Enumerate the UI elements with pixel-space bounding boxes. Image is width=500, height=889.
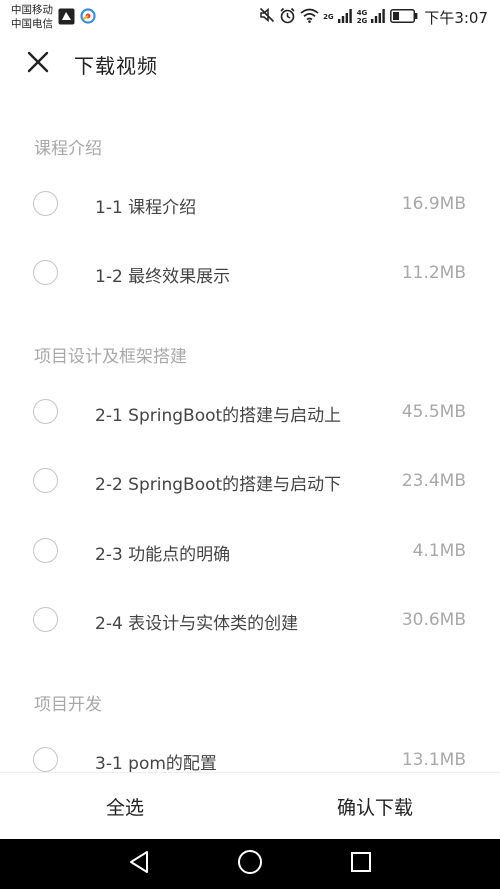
carrier-name-2: 中国电信 xyxy=(11,18,53,30)
section-title: 课程介绍 xyxy=(34,139,102,159)
system-nav-bar xyxy=(0,839,500,889)
item-size: 30.6MB xyxy=(401,610,466,630)
item-size: 11.2MB xyxy=(401,263,466,283)
home-circle-icon xyxy=(237,849,263,879)
list-item[interactable]: 2-4 表设计与实体类的创建 30.6MB xyxy=(0,586,500,655)
close-icon xyxy=(27,51,49,77)
item-size: 45.5MB xyxy=(401,402,466,422)
item-size: 13.1MB xyxy=(401,750,466,770)
list-item[interactable]: 2-2 SpringBoot的搭建与启动下 23.4MB xyxy=(0,447,500,516)
item-size: 16.9MB xyxy=(401,194,466,214)
network-type-2: 4G 2G xyxy=(357,9,368,25)
item-checkbox[interactable] xyxy=(33,538,58,563)
item-checkbox[interactable] xyxy=(33,260,58,285)
item-size: 23.4MB xyxy=(401,471,466,491)
item-label: 2-1 SpringBoot的搭建与启动上 xyxy=(95,406,342,426)
signal-2-icon xyxy=(371,8,386,27)
nav-recents-button[interactable] xyxy=(346,849,376,879)
item-checkbox[interactable] xyxy=(33,468,58,493)
status-time: 下午3:07 xyxy=(424,8,488,27)
item-label: 1-2 最终效果展示 xyxy=(95,267,231,287)
video-list[interactable]: 课程介绍 1-1 课程介绍 16.9MB 1-2 最终效果展示 11.2MB 项… xyxy=(0,96,500,772)
item-checkbox[interactable] xyxy=(33,607,58,632)
signal-1-icon xyxy=(337,8,353,27)
item-label: 1-1 课程介绍 xyxy=(95,198,197,218)
select-all-button[interactable]: 全选 xyxy=(0,773,250,839)
list-item[interactable]: 1-1 课程介绍 16.9MB xyxy=(0,170,500,239)
close-button[interactable] xyxy=(20,46,56,82)
list-item[interactable]: 2-1 SpringBoot的搭建与启动上 45.5MB xyxy=(0,378,500,447)
battery-icon xyxy=(390,8,418,27)
section-title: 项目设计及框架搭建 xyxy=(34,347,187,367)
network-type-1: 2G xyxy=(323,13,334,21)
back-triangle-icon xyxy=(128,850,150,878)
item-label: 3-1 pom的配置 xyxy=(95,754,217,772)
nav-back-button[interactable] xyxy=(124,849,154,879)
list-item[interactable]: 1-2 最终效果展示 11.2MB xyxy=(0,239,500,308)
network-type-2a: 4G xyxy=(356,9,368,17)
network-type-2b: 2G xyxy=(356,17,368,25)
carrier-info: 中国移动 中国电信 xyxy=(11,3,53,31)
item-size: 4.1MB xyxy=(412,541,466,561)
item-label: 2-3 功能点的明确 xyxy=(95,545,231,565)
carrier-name-1: 中国移动 xyxy=(11,4,53,16)
item-label: 2-2 SpringBoot的搭建与启动下 xyxy=(95,475,342,495)
page-title: 下载视频 xyxy=(74,54,158,78)
mute-icon xyxy=(259,7,275,27)
item-checkbox[interactable] xyxy=(33,191,58,216)
status-icons: 2G 4G 2G 下午3:07 xyxy=(259,6,488,28)
item-checkbox[interactable] xyxy=(33,747,58,772)
notification-app-icon xyxy=(58,8,75,29)
notification-browser-icon xyxy=(80,8,96,28)
alarm-icon xyxy=(279,7,296,28)
app-header: 下载视频 xyxy=(0,34,500,96)
section-title: 项目开发 xyxy=(34,695,102,715)
nav-home-button[interactable] xyxy=(235,849,265,879)
item-checkbox[interactable] xyxy=(33,399,58,424)
confirm-download-button[interactable]: 确认下载 xyxy=(250,773,500,839)
status-bar: 中国移动 中国电信 2G 4G 2G 下午3:07 xyxy=(0,0,500,34)
list-item[interactable]: 2-3 功能点的明确 4.1MB xyxy=(0,517,500,586)
recents-square-icon xyxy=(350,851,372,877)
list-item[interactable]: 3-1 pom的配置 13.1MB xyxy=(0,726,500,772)
wifi-icon xyxy=(300,8,319,27)
item-label: 2-4 表设计与实体类的创建 xyxy=(95,614,299,634)
bottom-action-bar: 全选 确认下载 xyxy=(0,772,500,839)
